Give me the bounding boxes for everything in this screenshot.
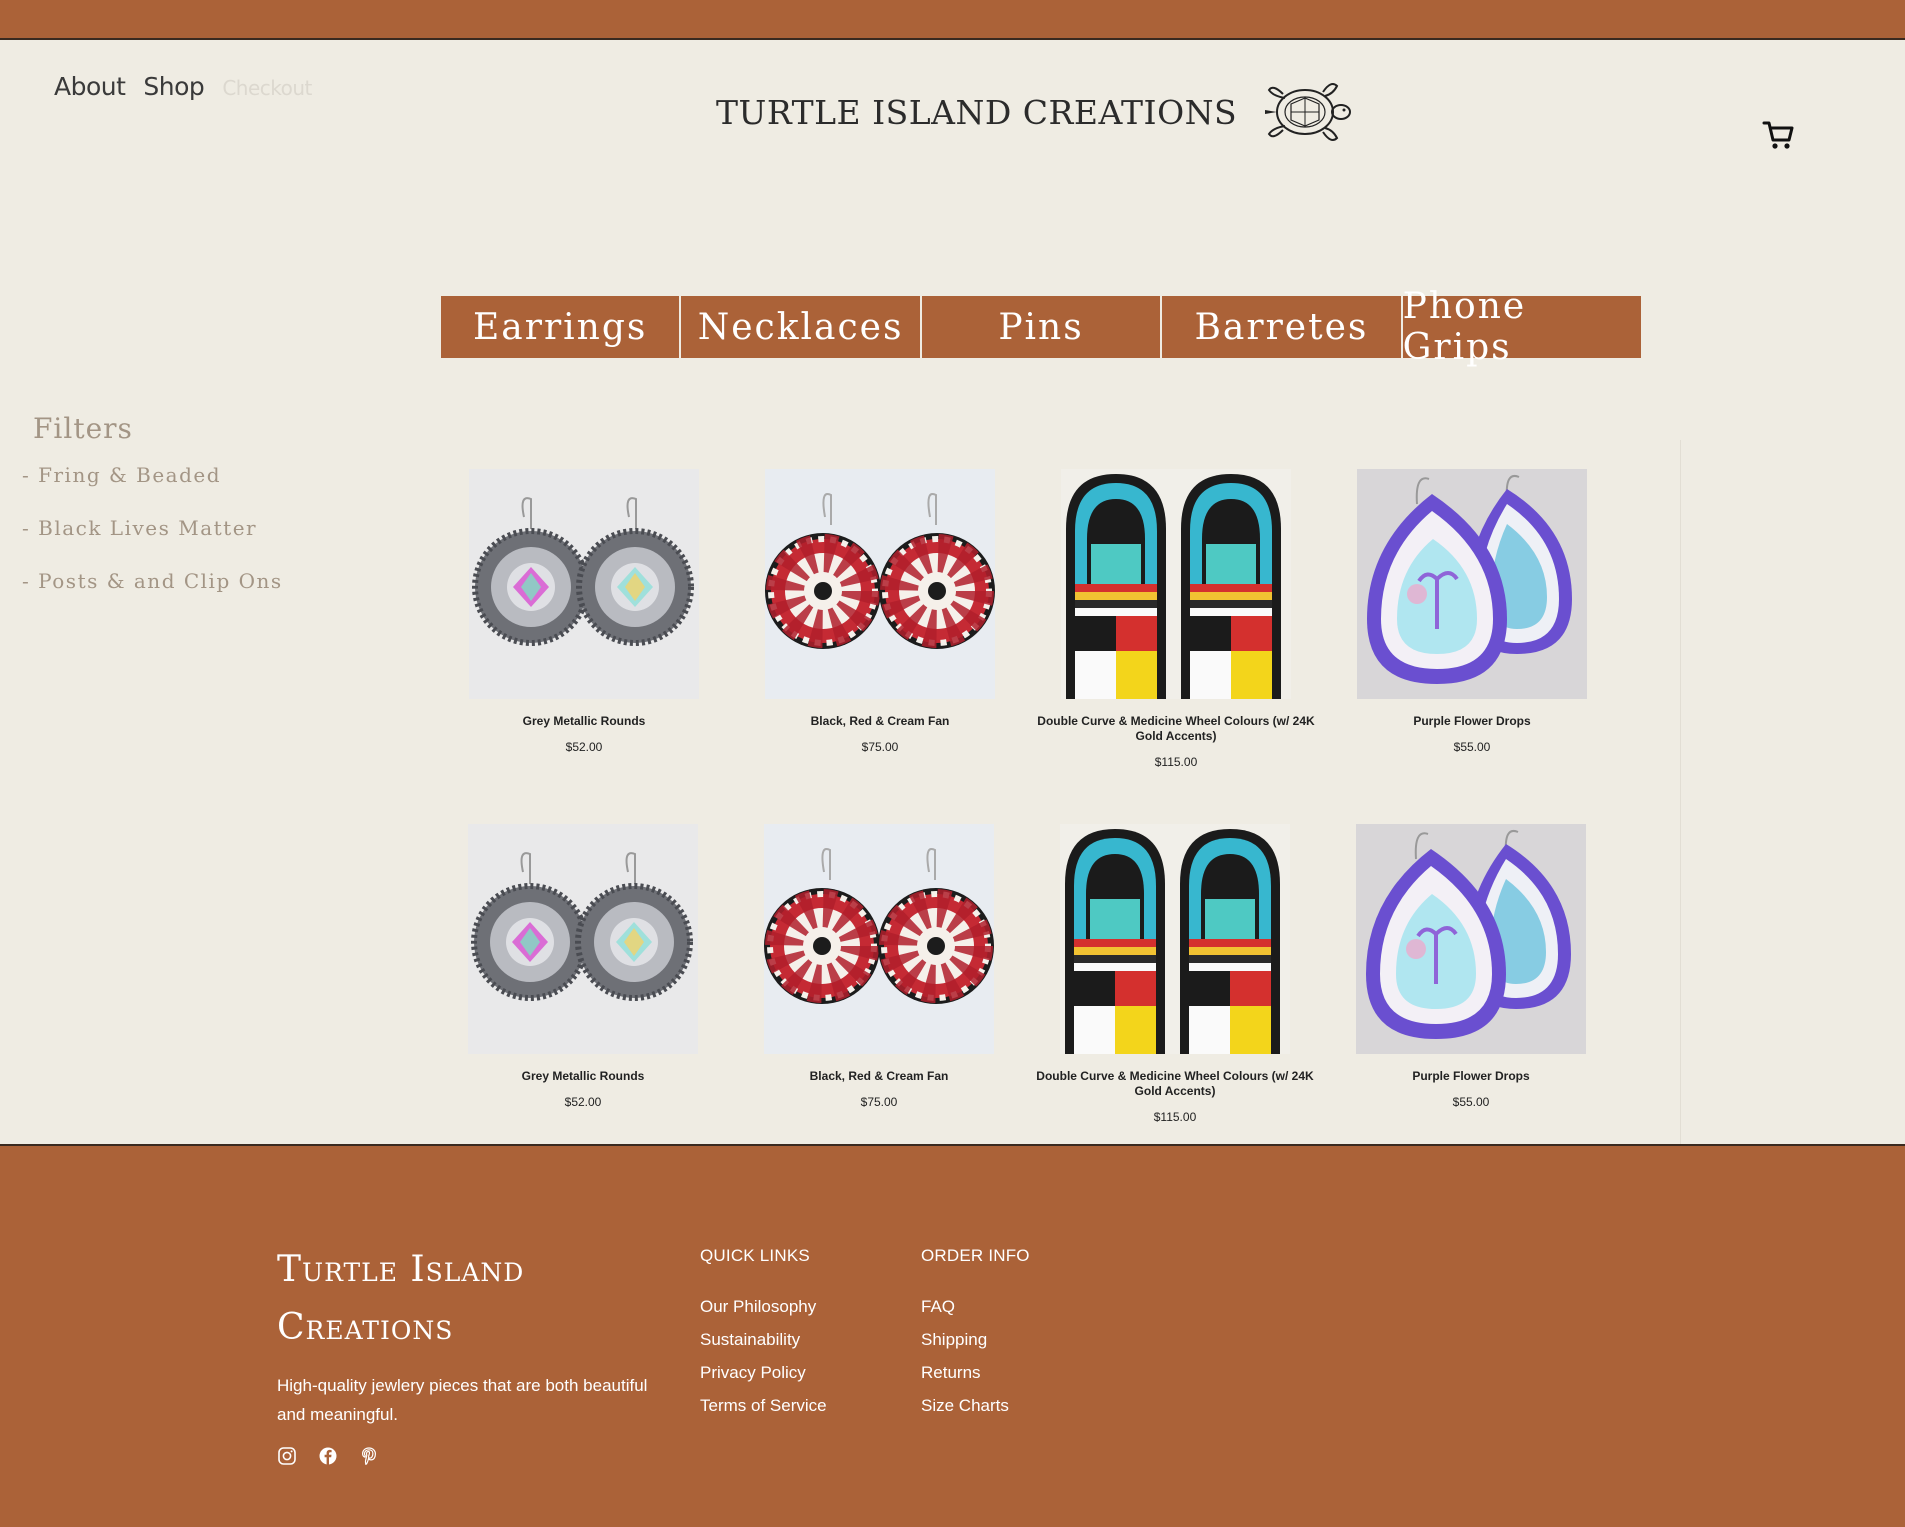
product-price: $75.00 xyxy=(861,740,899,754)
order-info: ORDER INFO FAQ Shipping Returns Size Cha… xyxy=(921,1246,1030,1422)
nav-about[interactable]: About xyxy=(54,72,126,101)
pinterest-icon[interactable] xyxy=(359,1446,379,1466)
filter-posts-clip-ons[interactable]: - Posts & and Clip Ons xyxy=(22,569,283,622)
link-size-charts[interactable]: Size Charts xyxy=(921,1389,1030,1422)
site-footer: Turtle Island Creations High-quality jew… xyxy=(0,1144,1905,1527)
product-card[interactable]: Purple Flower Drops $55.00 xyxy=(1329,469,1615,754)
brand-logo[interactable]: TURTLE ISLAND CREATIONS xyxy=(716,74,1353,150)
quick-links-title: QUICK LINKS xyxy=(700,1246,810,1265)
instagram-icon[interactable] xyxy=(277,1446,297,1466)
product-name[interactable]: Grey Metallic Rounds xyxy=(440,1069,726,1084)
footer-description: High-quality jewlery pieces that are bot… xyxy=(277,1376,648,1424)
brand-title: TURTLE ISLAND CREATIONS xyxy=(716,92,1238,132)
tab-pins[interactable]: Pins xyxy=(921,296,1161,358)
product-name[interactable]: Black, Red & Cream Fan xyxy=(736,1069,1022,1084)
main-nav: About Shop Checkout xyxy=(54,72,312,101)
site-header: About Shop Checkout TURTLE ISLAND CREATI… xyxy=(0,40,1905,170)
product-price: $52.00 xyxy=(564,1095,602,1109)
product-name[interactable]: Double Curve & Medicine Wheel Colours (w… xyxy=(1032,1069,1318,1099)
product-price: $55.00 xyxy=(1453,740,1491,754)
turtle-logo-icon xyxy=(1265,83,1352,141)
link-terms-of-service[interactable]: Terms of Service xyxy=(700,1389,827,1422)
nav-shop[interactable]: Shop xyxy=(143,72,204,101)
link-returns[interactable]: Returns xyxy=(921,1356,1030,1389)
link-shipping[interactable]: Shipping xyxy=(921,1323,1030,1356)
product-image[interactable] xyxy=(468,824,698,1054)
tab-phone-grips[interactable]: Phone Grips xyxy=(1402,286,1642,368)
link-privacy-policy[interactable]: Privacy Policy xyxy=(700,1356,827,1389)
product-price: $55.00 xyxy=(1452,1095,1490,1109)
product-card[interactable]: Purple Flower Drops $55.00 xyxy=(1328,824,1614,1109)
product-image[interactable] xyxy=(1061,469,1291,699)
product-card[interactable]: Double Curve & Medicine Wheel Colours (w… xyxy=(1032,824,1318,1124)
product-price: $75.00 xyxy=(860,1095,898,1109)
social-links xyxy=(277,1446,379,1466)
product-price: $52.00 xyxy=(565,740,603,754)
tab-earrings[interactable]: Earrings xyxy=(441,296,680,358)
facebook-icon[interactable] xyxy=(318,1446,338,1466)
product-card[interactable]: Grey Metallic Rounds $52.00 xyxy=(440,824,726,1109)
product-image[interactable] xyxy=(764,824,994,1054)
product-card[interactable]: Grey Metallic Rounds $52.00 xyxy=(441,469,727,754)
cart-icon[interactable] xyxy=(1762,118,1796,152)
product-name[interactable]: Double Curve & Medicine Wheel Colours (w… xyxy=(1033,714,1319,744)
filters-panel: Filters - Fring & Beaded - Black Lives M… xyxy=(22,412,283,622)
product-grid: Grey Metallic Rounds $52.00 Black, Red & … xyxy=(441,440,1681,1144)
product-image[interactable] xyxy=(1060,824,1290,1054)
product-card[interactable]: Black, Red & Cream Fan $75.00 xyxy=(737,469,1023,754)
product-card[interactable]: Double Curve & Medicine Wheel Colours (w… xyxy=(1033,469,1319,769)
product-image[interactable] xyxy=(1356,824,1586,1054)
link-our-philosophy[interactable]: Our Philosophy xyxy=(700,1290,827,1323)
link-faq[interactable]: FAQ xyxy=(921,1290,1030,1323)
product-image[interactable] xyxy=(469,469,699,699)
category-tabs: Earrings Necklaces Pins Barretes Phone G… xyxy=(441,286,1642,368)
tab-barretes[interactable]: Barretes xyxy=(1162,296,1401,358)
link-sustainability[interactable]: Sustainability xyxy=(700,1323,827,1356)
filters-title: Filters xyxy=(33,412,133,445)
filter-fring-beaded[interactable]: - Fring & Beaded xyxy=(22,463,283,516)
product-image[interactable] xyxy=(1357,469,1587,699)
footer-brand: Turtle Island Creations xyxy=(277,1249,525,1348)
product-card[interactable]: Black, Red & Cream Fan $75.00 xyxy=(736,824,1022,1109)
order-info-title: ORDER INFO xyxy=(921,1246,1030,1265)
quick-links: QUICK LINKS Our Philosophy Sustainabilit… xyxy=(700,1246,827,1422)
top-banner xyxy=(0,0,1905,40)
product-name[interactable]: Black, Red & Cream Fan xyxy=(737,714,1023,729)
product-name[interactable]: Grey Metallic Rounds xyxy=(441,714,727,729)
product-name[interactable]: Purple Flower Drops xyxy=(1328,1069,1614,1084)
product-price: $115.00 xyxy=(1153,1110,1197,1124)
tab-necklaces[interactable]: Necklaces xyxy=(681,296,920,358)
product-price: $115.00 xyxy=(1154,755,1198,769)
product-name[interactable]: Purple Flower Drops xyxy=(1329,714,1615,729)
filter-black-lives-matter[interactable]: - Black Lives Matter xyxy=(22,516,283,569)
nav-checkout[interactable]: Checkout xyxy=(222,76,312,100)
product-image[interactable] xyxy=(765,469,995,699)
